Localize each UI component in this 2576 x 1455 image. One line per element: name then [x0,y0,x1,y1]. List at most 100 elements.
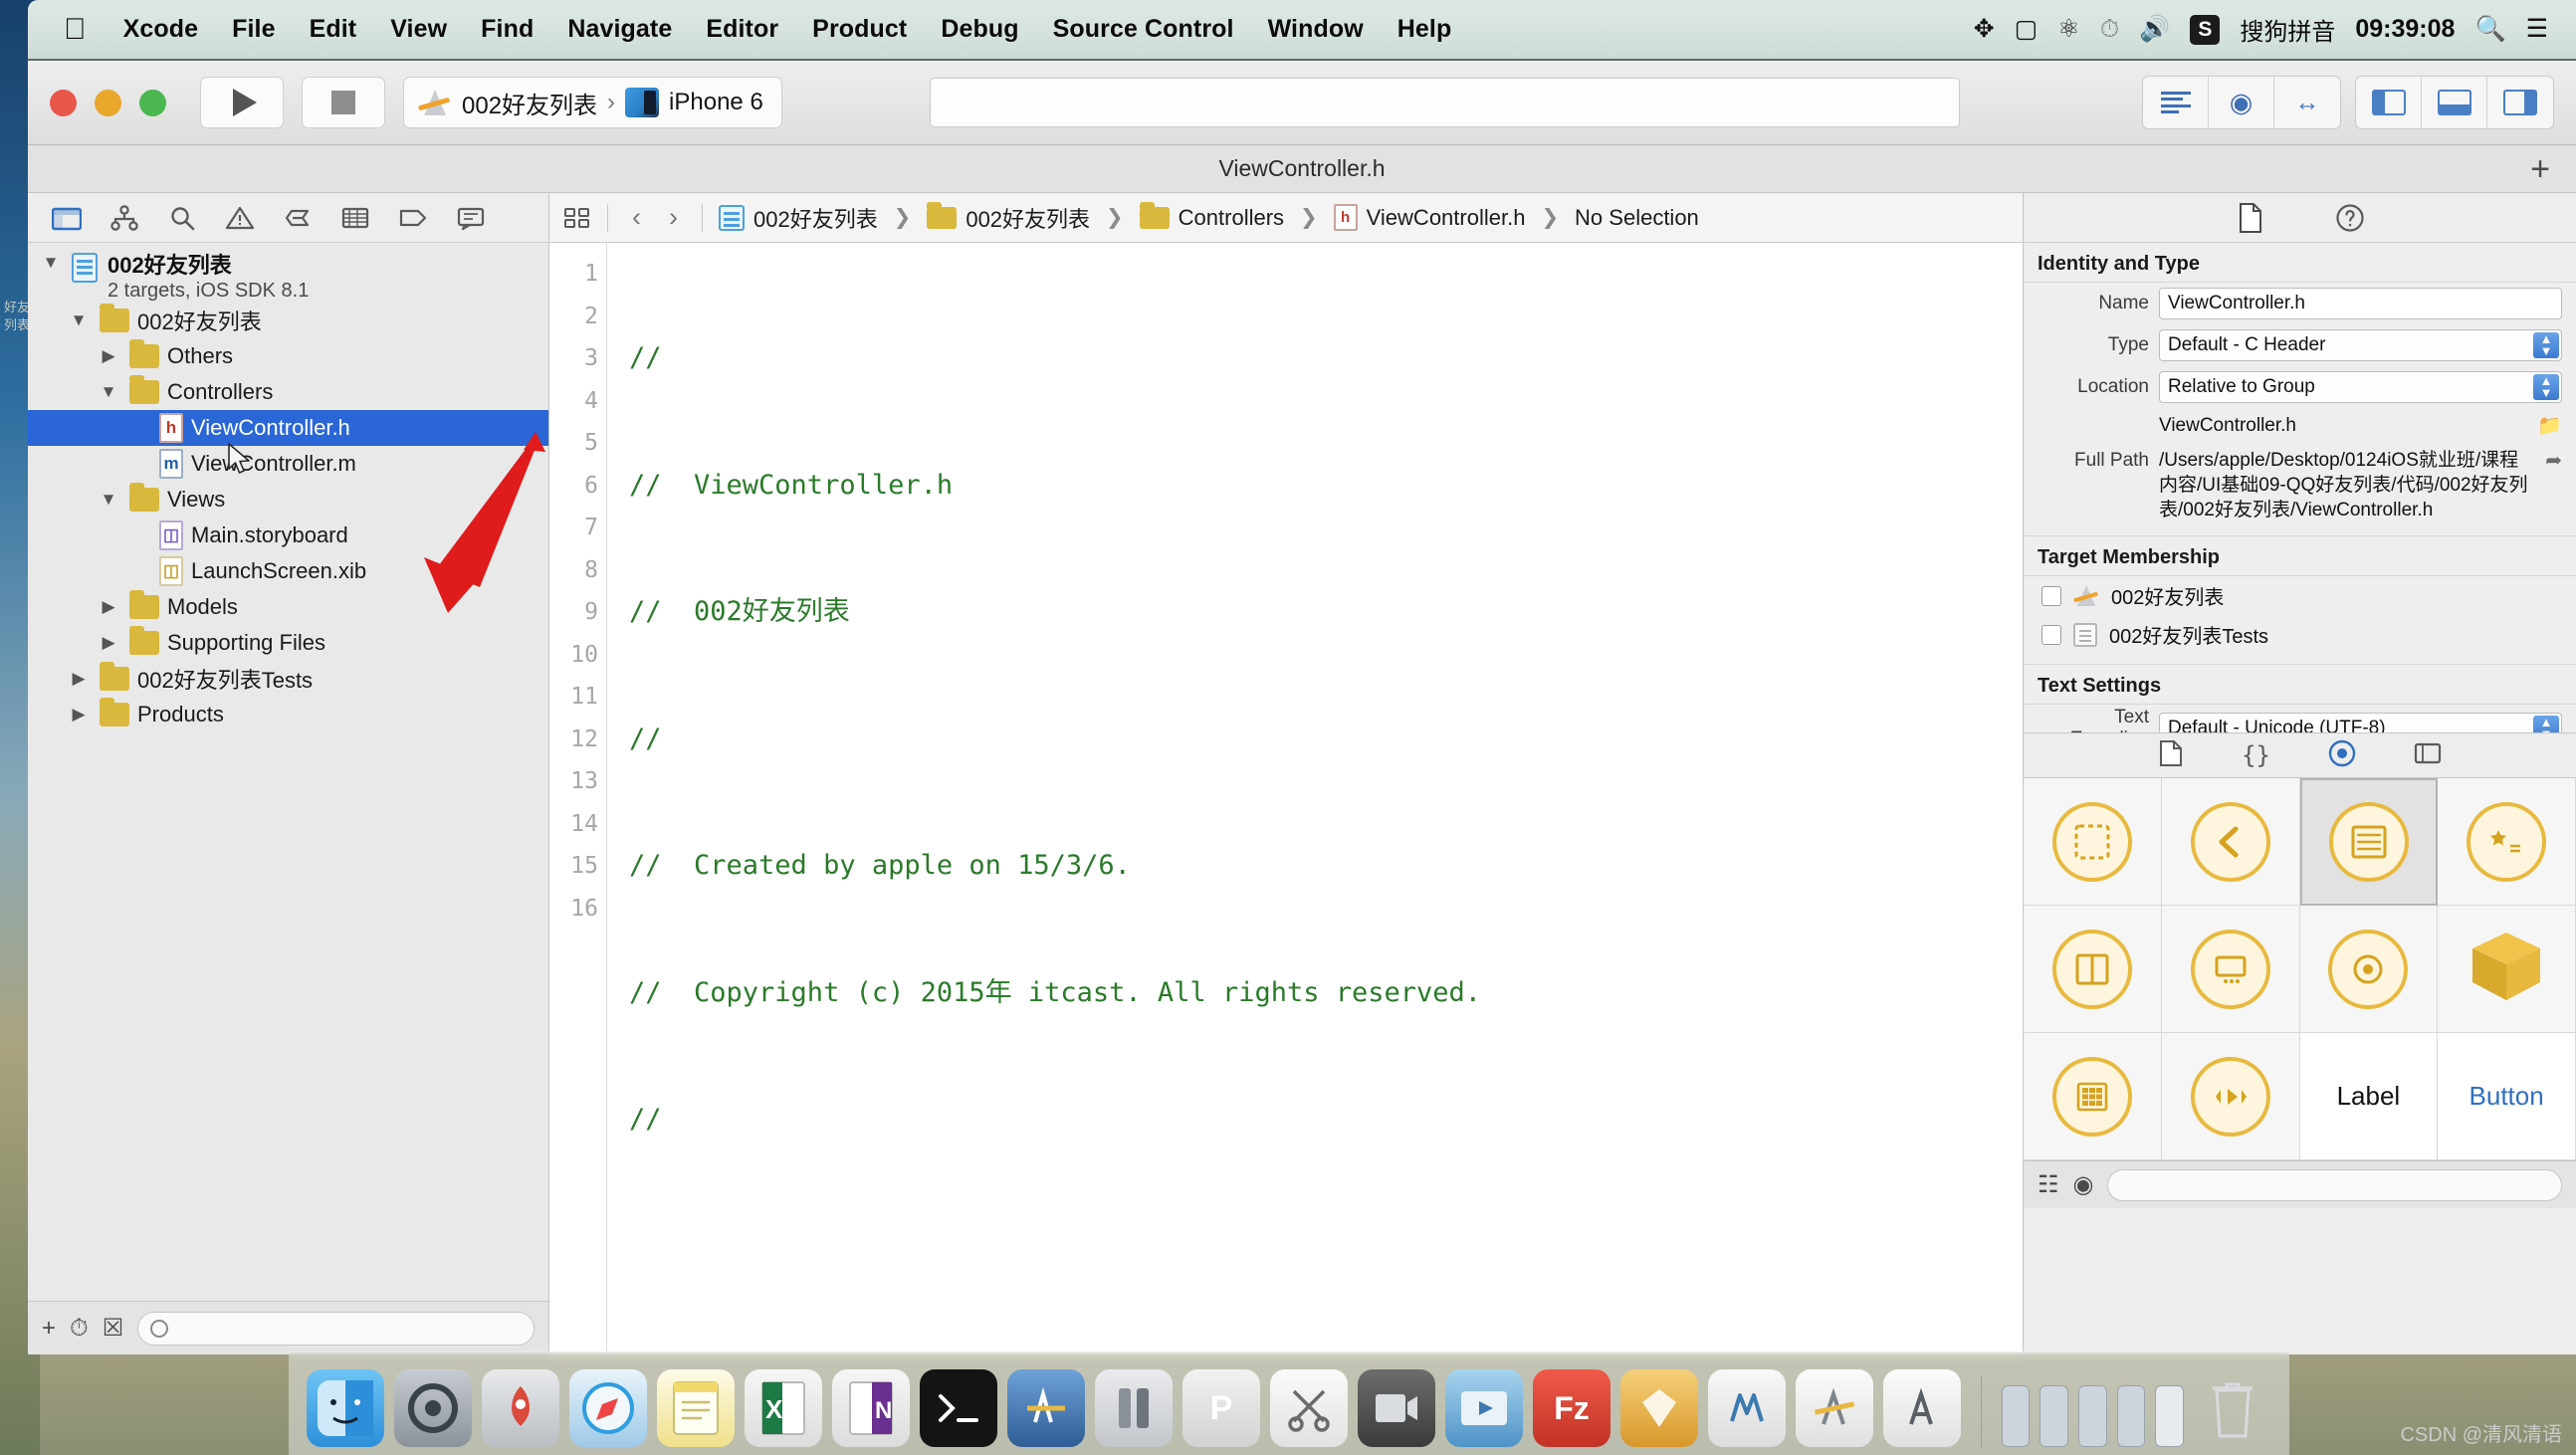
twisty-models[interactable]: ▶ [96,597,121,617]
menu-item-window[interactable]: Window [1251,15,1381,44]
twisty-project[interactable]: ▼ [38,253,64,273]
dock-minimized-window-4[interactable] [2116,1385,2146,1447]
dock-item-paparazzi[interactable]: P [1182,1369,1260,1447]
target-membership-row-app[interactable]: 002好友列表 [2024,576,2576,615]
tree-row-tests[interactable]: ▶ 002好友列表Tests [28,661,548,697]
text-encoding-select[interactable]: Default - Unicode (UTF-8) ▲▼ [2159,713,2562,732]
breakpoint-navigator-tab[interactable] [384,196,442,240]
file-template-library-tab[interactable] [2158,739,2184,772]
dock-item-filezilla[interactable]: Fz [1533,1369,1610,1447]
twisty-group-main[interactable]: ▼ [66,311,92,330]
menu-item-source-control[interactable]: Source Control [1036,15,1251,44]
reveal-in-finder-icon[interactable]: ➦ [2545,448,2562,473]
library-item-object[interactable] [2438,906,2576,1033]
dock-item-launchpad[interactable] [482,1369,559,1447]
volume-icon[interactable]: 🔊 [2139,17,2170,42]
airdrop-icon[interactable]: ⚛ [2057,17,2079,42]
library-item-split-view-controller[interactable] [2024,906,2162,1033]
bluetooth-icon[interactable]: ✥ [1974,17,1995,42]
menu-item-debug[interactable]: Debug [924,15,1035,44]
menu-item-find[interactable]: Find [464,15,550,44]
symbol-navigator-tab[interactable] [153,196,211,240]
navigate-back-button[interactable]: ‹ [624,202,649,233]
dock-item-terminal[interactable] [920,1369,997,1447]
tree-row-others[interactable]: ▶ Others [28,338,548,374]
library-item-table-view-controller[interactable] [2299,778,2439,906]
file-name-field[interactable]: ViewController.h [2159,288,2562,319]
tree-row-models[interactable]: ▶ Models [28,589,548,625]
twisty-others[interactable]: ▶ [96,346,121,366]
dock-item-imovie[interactable] [1445,1369,1523,1447]
add-editor-button[interactable]: + [2530,152,2550,186]
ime-label[interactable]: 搜狗拼音 [2240,12,2335,47]
issue-navigator-tab[interactable] [211,196,269,240]
library-list-view-button[interactable]: ☷ [2038,1170,2059,1199]
dock-item-video[interactable] [1358,1369,1435,1447]
library-item-label[interactable]: Label [2299,1033,2439,1160]
menu-item-help[interactable]: Help [1381,15,1469,44]
menu-item-editor[interactable]: Editor [689,15,795,44]
menu-item-file[interactable]: File [215,15,292,44]
dock-item-sketch[interactable] [1620,1369,1698,1447]
dock-item-trash[interactable] [2194,1369,2271,1447]
dock-item-finder[interactable] [307,1369,384,1447]
dock-item-onenote[interactable]: N [832,1369,910,1447]
library-item-avkit-player-controller[interactable] [2161,1033,2300,1160]
menu-bar-clock[interactable]: 09:39:08 [2355,15,2455,44]
notification-center-icon[interactable]: ☰ [2526,17,2548,42]
test-navigator-tab[interactable] [269,196,326,240]
twisty-views[interactable]: ▼ [96,490,121,510]
library-item-view-controller[interactable] [2024,778,2162,906]
version-editor-button[interactable]: ↔ [2274,77,2340,128]
object-library-tab[interactable] [2328,739,2356,772]
target-checkbox[interactable] [2041,624,2061,645]
scheme-selector[interactable]: 002好友列表 › iPhone 6 [403,77,782,128]
file-type-select[interactable]: Default - C Header ▲ ▼ [2159,329,2562,361]
time-machine-icon[interactable]: ⏱ [2100,17,2120,42]
dock-item-notes[interactable] [657,1369,735,1447]
standard-editor-button[interactable] [2143,77,2209,128]
dock-minimized-window-5[interactable] [2155,1385,2184,1447]
toggle-navigator-button[interactable] [2356,77,2422,128]
breadcrumb-item-selection[interactable]: No Selection [1575,205,1699,231]
menu-item-xcode[interactable]: Xcode [107,15,216,44]
source-control-filter-button[interactable]: ☒ [103,1314,124,1343]
library-filter-field[interactable] [2107,1168,2562,1201]
tree-row-supporting-files[interactable]: ▶ Supporting Files [28,625,548,661]
recent-files-filter-button[interactable]: ⏱ [70,1315,89,1343]
tree-row-viewcontroller-m[interactable]: m ViewController.m [28,446,548,482]
spotlight-search-icon[interactable]: 🔍 [2474,17,2505,42]
source-control-navigator-tab[interactable] [96,196,153,240]
tree-row-views[interactable]: ▼ Views [28,482,548,518]
tree-row-launchscreen-xib[interactable]: ◫ LaunchScreen.xib [28,553,548,589]
sogou-ime-icon[interactable]: S [2190,14,2221,45]
dock-item-safari[interactable] [569,1369,647,1447]
library-item-page-view-controller[interactable] [2161,906,2300,1033]
breadcrumb-item-file[interactable]: h ViewController.h [1333,204,1525,231]
tree-row-project[interactable]: ▼ 002好友列表 2 targets, iOS SDK 8.1 [28,251,548,303]
library-options-button[interactable]: ◉ [2073,1170,2094,1199]
log-navigator-tab[interactable] [442,196,500,240]
target-membership-row-tests[interactable]: 002好友列表Tests [2024,615,2576,654]
twisty-supporting[interactable]: ▶ [96,633,121,653]
dock-item-wechat-dev[interactable] [1708,1369,1786,1447]
menu-item-product[interactable]: Product [795,15,924,44]
zoom-window-button[interactable] [139,89,166,116]
dock-item-xcode-beta[interactable] [1007,1369,1085,1447]
close-window-button[interactable] [50,89,77,116]
tree-row-main-storyboard[interactable]: ◫ Main.storyboard [28,518,548,553]
breadcrumb-item-group[interactable]: 002好友列表 [927,201,1090,234]
code-text[interactable]: // // ViewController.h // 002好友列表 // // … [607,243,2023,1354]
add-file-button[interactable]: + [42,1315,56,1343]
navigate-forward-button[interactable]: › [661,202,686,233]
debug-navigator-tab[interactable] [326,196,384,240]
toggle-debug-area-button[interactable] [2422,77,2487,128]
assistant-editor-button[interactable]: ◉ [2209,77,2274,128]
tree-row-products[interactable]: ▶ Products [28,697,548,732]
twisty-products[interactable]: ▶ [66,705,92,725]
dock-item-font-book[interactable] [1883,1369,1961,1447]
dock-minimized-window-2[interactable] [2039,1385,2068,1447]
menu-item-navigate[interactable]: Navigate [550,15,689,44]
breadcrumb-item-controllers[interactable]: Controllers [1139,201,1284,231]
library-item-glkit-view-controller[interactable] [2299,906,2439,1033]
